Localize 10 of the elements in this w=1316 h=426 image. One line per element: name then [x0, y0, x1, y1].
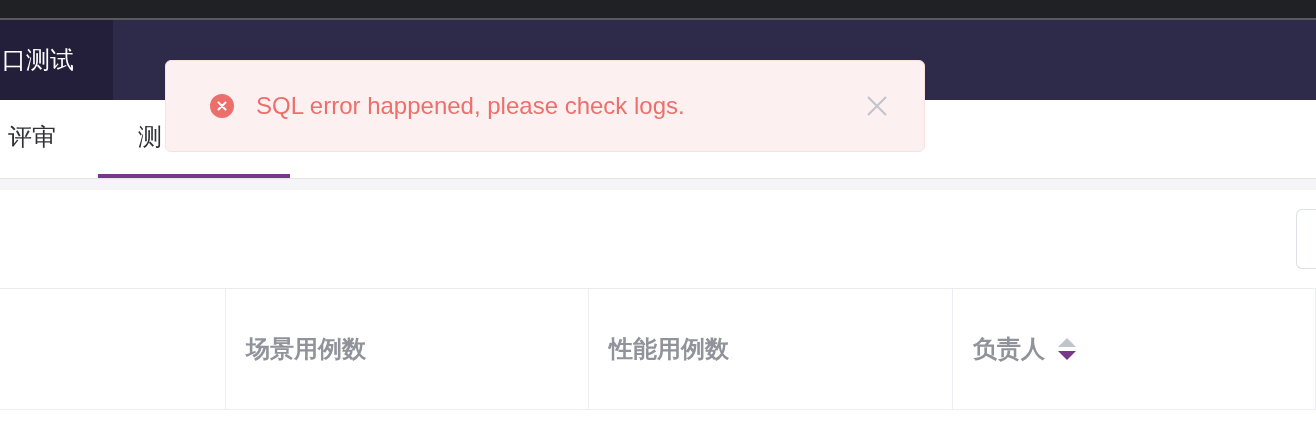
close-icon[interactable]: [867, 96, 887, 116]
nav-item[interactable]: 口测试: [0, 20, 113, 100]
toast-message: SQL error happened, please check logs.: [256, 91, 685, 121]
tab[interactable]: 评审: [0, 100, 98, 178]
sort-icon[interactable]: [1056, 337, 1077, 361]
error-icon: [210, 94, 234, 118]
button[interactable]: [1296, 209, 1316, 269]
column-header: 场景用例数: [245, 334, 366, 364]
column-header: 性能用例数: [609, 334, 730, 364]
column-header: 负责人: [972, 334, 1045, 364]
